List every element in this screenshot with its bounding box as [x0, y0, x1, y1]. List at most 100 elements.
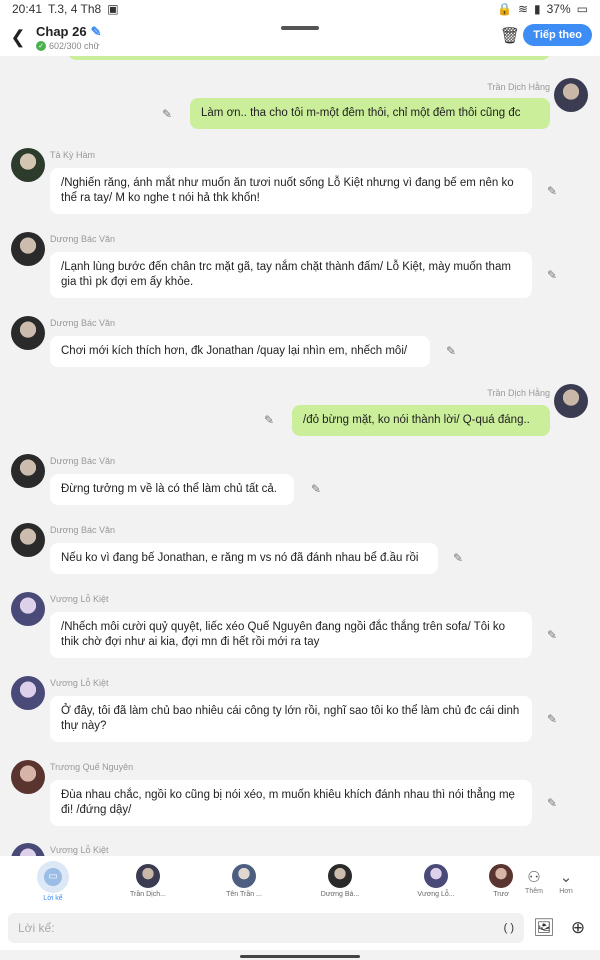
avatar[interactable]	[11, 592, 45, 626]
character-item[interactable]: Trần Dịch...	[100, 864, 196, 898]
avatar-face	[11, 523, 45, 557]
speaker-name: Dương Bác Văn	[50, 318, 115, 328]
message-bubble[interactable]: /Lạnh lùng bước đến chân trc mặt gã, tay…	[50, 252, 532, 298]
signal-icon: ▮	[534, 2, 541, 16]
avatar-face	[11, 232, 45, 266]
status-bar: 20:41 T.3, 4 Th8 ▣ 🔒 ≋ ▮ 37% ▭	[0, 0, 600, 18]
chapter-title[interactable]: Chap 26	[36, 24, 87, 39]
lock-icon: 🔒	[497, 2, 512, 16]
title-block: Chap 26 ✎ ✓ 602/300 chữ	[36, 24, 101, 51]
status-date: T.3, 4 Th8	[48, 2, 102, 16]
character-item[interactable]: Trươ	[484, 864, 518, 898]
message-bubble[interactable]: Nếu ko vì đang bế Jonathan, e răng m vs …	[50, 543, 438, 574]
image-icon[interactable]: 🖼	[530, 914, 558, 942]
speaker-name: Trần Dịch Hằng	[487, 388, 550, 398]
character-selector: ▭ Lời kể Trần Dịch... Tên Trần ... Dương…	[0, 856, 600, 906]
message-input[interactable]: Lời kể: ( )	[8, 913, 524, 943]
battery-level: 37%	[546, 2, 571, 16]
character-avatar	[232, 864, 256, 888]
speaker-name: Trần Dịch Hằng	[487, 82, 550, 92]
character-avatar	[489, 864, 513, 888]
character-label: Tên Trần ...	[226, 891, 262, 898]
status-time: 20:41	[12, 2, 43, 16]
narrator-tab[interactable]: ▭ Lời kể	[28, 860, 78, 902]
speaker-name: Vương Lỗ Kiệt	[50, 594, 109, 604]
paren-button[interactable]: ( )	[504, 922, 514, 934]
character-label: Vương Lỗ...	[417, 891, 455, 898]
message-bubble[interactable]: /đỏ bừng mặt, ko nói thành lời/ Q-quá đá…	[292, 405, 550, 436]
message-bubble[interactable]: Làm ơn.. tha cho tôi m-một đêm thôi, chỉ…	[190, 98, 550, 129]
avatar-face	[11, 148, 45, 182]
add-character-button[interactable]: ⚇ Thêm	[518, 868, 550, 895]
edit-icon[interactable]: ✎	[311, 482, 321, 496]
character-item[interactable]: Dương Bá...	[292, 864, 388, 898]
character-label: Trươ	[493, 891, 509, 898]
chat-area[interactable]: Trần Dịch Hằng Làm ơn.. tha cho tôi m-mộ…	[0, 56, 600, 856]
message-bubble[interactable]: Đừng tưởng m về là có thể làm chủ tất cả…	[50, 474, 294, 505]
character-item[interactable]: Tên Trần ...	[196, 864, 292, 898]
wifi-icon: ≋	[517, 2, 529, 16]
character-avatar	[424, 864, 448, 888]
edit-icon[interactable]: ✎	[547, 796, 557, 810]
message-bubble[interactable]: Đùa nhau chắc, ngồi ko cũng bị nói xéo, …	[50, 780, 532, 826]
back-icon[interactable]: ❮	[8, 27, 28, 47]
input-placeholder: Lời kể:	[18, 921, 55, 935]
speaker-name: Dương Bác Văn	[50, 525, 115, 535]
edit-icon[interactable]: ✎	[547, 628, 557, 642]
trash-icon[interactable]: 🗑	[500, 26, 520, 46]
avatar[interactable]	[11, 843, 45, 856]
composer: Lời kể: ( ) 🖼 ⊕	[0, 906, 600, 950]
avatar-face	[11, 843, 45, 856]
narrator-label: Lời kể	[43, 894, 63, 902]
pencil-icon[interactable]: ✎	[91, 24, 102, 40]
chat-bubble-icon: ▭	[44, 867, 62, 886]
message-bubble[interactable]: Chơi mới kích thích hơn, đk Jonathan /qu…	[50, 336, 430, 367]
avatar-face	[11, 316, 45, 350]
previous-bubble	[68, 56, 550, 60]
edit-icon[interactable]: ✎	[162, 107, 172, 121]
avatar[interactable]	[11, 148, 45, 182]
avatar[interactable]	[11, 316, 45, 350]
chapter-header: ❮ Chap 26 ✎ ✓ 602/300 chữ 🗑 Tiếp theo	[0, 18, 600, 56]
chevron-down-icon: ⌄	[559, 868, 573, 886]
avatar[interactable]	[11, 676, 45, 710]
speaker-name: Vương Lỗ Kiệt	[50, 845, 109, 855]
avatar-face	[554, 384, 588, 418]
character-item[interactable]: Vương Lỗ...	[388, 864, 484, 898]
character-avatar	[328, 864, 352, 888]
edit-icon[interactable]: ✎	[547, 268, 557, 282]
message-bubble[interactable]: Ở đây, tôi đã làm chủ bao nhiêu cái công…	[50, 696, 532, 742]
edit-icon[interactable]: ✎	[264, 413, 274, 427]
character-avatar	[136, 864, 160, 888]
add-label: Thêm	[525, 887, 543, 895]
next-button[interactable]: Tiếp theo	[523, 24, 592, 46]
edit-icon[interactable]: ✎	[453, 551, 463, 565]
speaker-name: Dương Bác Văn	[50, 456, 115, 466]
edit-icon[interactable]: ✎	[446, 344, 456, 358]
avatar-face	[11, 592, 45, 626]
avatar[interactable]	[554, 384, 588, 418]
more-label: Hơn	[559, 887, 573, 895]
gallery-icon: ▣	[107, 2, 119, 16]
edit-icon[interactable]: ✎	[547, 184, 557, 198]
edit-icon[interactable]: ✎	[547, 712, 557, 726]
avatar[interactable]	[11, 232, 45, 266]
check-icon: ✓	[36, 40, 46, 51]
more-button[interactable]: ⌄ Hơn	[550, 868, 582, 895]
drag-handle[interactable]	[281, 26, 319, 30]
narrator-ring: ▭	[37, 860, 69, 893]
message-bubble[interactable]: /Nhếch môi cười quỷ quyệt, liếc xéo Quế …	[50, 612, 532, 658]
avatar-face	[11, 676, 45, 710]
avatar[interactable]	[554, 78, 588, 112]
message-bubble[interactable]: /Nghiến răng, ánh mắt như muốn ăn tươi n…	[50, 168, 532, 214]
speaker-name: Tả Kỳ Hàm	[50, 150, 96, 160]
character-label: Trần Dịch...	[130, 891, 166, 898]
plus-icon[interactable]: ⊕	[564, 914, 592, 942]
battery-icon: ▭	[576, 2, 588, 16]
avatar[interactable]	[11, 454, 45, 488]
speaker-name: Vương Lỗ Kiệt	[50, 678, 109, 688]
avatar-face	[554, 78, 588, 112]
gesture-bar	[240, 955, 360, 958]
avatar[interactable]	[11, 523, 45, 557]
avatar[interactable]	[11, 760, 45, 794]
